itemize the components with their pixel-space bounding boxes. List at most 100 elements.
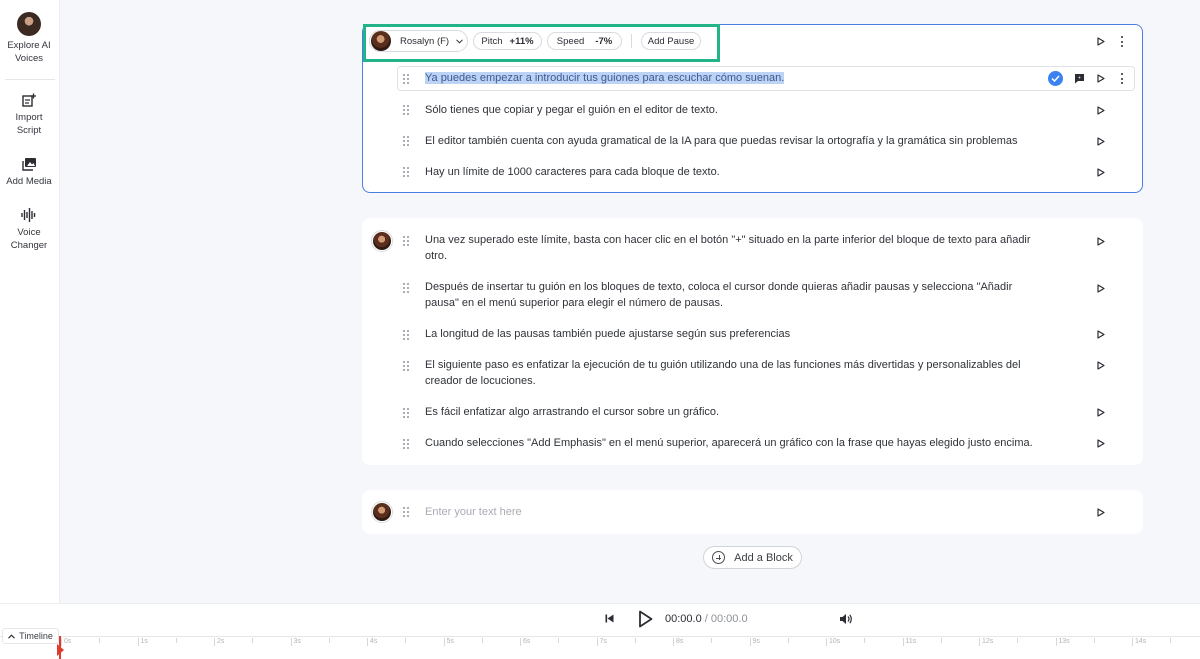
drag-handle-icon[interactable] [403,167,411,177]
text-input-placeholder[interactable]: Enter your text here [425,504,522,520]
total-time: 00:00.0 [710,613,748,625]
timeline-tick-label: 8s [676,638,684,645]
timeline-tick [902,638,904,646]
timeline-minor-tick [634,638,636,643]
timeline-tick [979,638,980,646]
sidebar: Explore AI Voices Import Script Add Medi… [0,0,60,603]
play-block-icon[interactable] [1097,37,1105,46]
timeline-minor-tick [940,638,942,643]
skip-back-icon[interactable] [605,614,614,623]
time-display: 00:00.0 / 00:00.0 [665,613,748,625]
drag-handle-icon[interactable] [403,105,411,115]
toolbar-highlight-box [363,24,720,62]
script-line[interactable]: Una vez superado este límite, basta con … [425,232,1031,248]
sidebar-item-label: Explore AI Voices [7,40,51,64]
script-line[interactable]: Cuando selecciones "Add Emphasis" en el … [425,435,1033,451]
script-line-continued[interactable]: otro. [425,248,447,264]
timeline-tick [1132,638,1133,646]
script-line[interactable]: Ya puedes empezar a introducir tus guion… [425,70,785,86]
sidebar-divider [5,79,55,80]
voice-changer-icon [21,207,37,223]
sidebar-item-label: Add Media [6,176,52,187]
play-line-icon[interactable] [1097,408,1105,417]
drag-handle-icon[interactable] [403,361,411,371]
timeline-tick-label: 4s [370,638,378,645]
play-line-icon[interactable] [1097,284,1105,293]
timeline-tick-label: 3s [293,638,301,645]
script-line[interactable]: Después de insertar tu guión en los bloq… [425,279,1012,295]
script-line[interactable]: La longitud de las pausas también puede … [425,326,790,342]
timeline-tick [290,638,292,646]
timeline-minor-tick [787,638,789,643]
script-line-continued[interactable]: pausa" en el menú superior para elegir e… [425,295,723,311]
drag-handle-icon[interactable] [403,136,411,146]
comment-icon[interactable] [1074,73,1085,84]
timeline-tick [367,638,368,646]
drag-handle-icon[interactable] [403,330,411,340]
timeline-minor-tick [99,638,101,643]
timeline-tick [520,638,521,646]
drag-handle-icon[interactable] [403,439,411,449]
timeline-minor-tick [711,638,713,643]
timeline-minor-tick [175,638,177,643]
timeline-minor-tick [558,638,560,643]
drag-handle-icon[interactable] [403,283,411,293]
sidebar-item-add-media[interactable]: Add Media [0,156,58,188]
script-line[interactable]: Es fácil enfatizar algo arrastrando el c… [425,404,719,420]
timeline-tick [826,638,827,646]
timeline-tick [137,638,139,646]
time-separator: / [704,613,708,625]
current-time: 00:00.0 [665,613,702,625]
timeline-tick [61,638,62,646]
timeline-tick-label: 7s [599,638,607,645]
sidebar-item-import-script[interactable]: Import Script [0,92,58,137]
timeline-tick [596,638,598,646]
sidebar-item-voice-changer[interactable]: Voice Changer [0,207,58,252]
timeline-tick-label: 6s [523,638,531,645]
import-script-icon [21,92,37,108]
drag-handle-icon[interactable] [403,236,411,246]
play-line-icon[interactable] [1097,237,1105,246]
timeline-minor-tick [1093,638,1095,643]
timeline-toggle[interactable]: Timeline [2,628,59,644]
play-line-icon[interactable] [1097,361,1105,370]
play-line-icon[interactable] [1097,106,1105,115]
timeline-tick [443,638,445,646]
script-line[interactable]: El editor también cuenta con ayuda grama… [425,133,1018,149]
line-more-options-icon[interactable] [1120,73,1123,84]
script-line[interactable]: Sólo tienes que copiar y pegar el guión … [425,102,718,118]
drag-handle-icon[interactable] [403,408,411,418]
more-options-icon[interactable] [1120,36,1123,47]
timeline-minor-tick [864,638,866,643]
grammar-check-icon[interactable] [1048,71,1063,86]
timeline-tick-label: 0s [64,638,72,645]
sidebar-item-explore-ai-voices[interactable]: Explore AI Voices [0,12,58,65]
drag-handle-icon[interactable] [403,74,411,84]
script-line-continued[interactable]: creador de locuciones. [425,373,536,389]
add-media-icon [21,156,37,172]
play-line-icon[interactable] [1097,168,1105,177]
add-block-button[interactable]: Add a Block [703,546,802,569]
chevron-up-icon [8,633,16,639]
play-line-icon[interactable] [1097,508,1105,517]
block-voice-avatar[interactable] [371,501,393,523]
timeline-tick-label: 5s [446,638,454,645]
block-voice-avatar[interactable] [371,230,393,252]
play-line-icon[interactable] [1097,439,1105,448]
timeline-tick [749,638,751,646]
script-line[interactable]: El siguiente paso es enfatizar la ejecuc… [425,357,1021,373]
timeline-minor-tick [1017,638,1019,643]
timeline-tick [1055,638,1057,646]
play-line-icon[interactable] [1097,330,1105,339]
timeline-tick [673,638,674,646]
volume-icon[interactable] [839,613,853,625]
play-line-icon[interactable] [1097,137,1105,146]
script-line[interactable]: Hay un límite de 1000 caracteres para ca… [425,164,720,180]
add-block-label: Add a Block [734,551,793,564]
play-line-icon[interactable] [1097,74,1105,83]
play-icon[interactable] [638,610,653,628]
drag-handle-icon[interactable] [403,507,411,517]
timeline-tick-label: 9s [752,638,760,645]
timeline-tick-label: 2s [217,638,225,645]
plus-circle-icon [712,551,726,564]
